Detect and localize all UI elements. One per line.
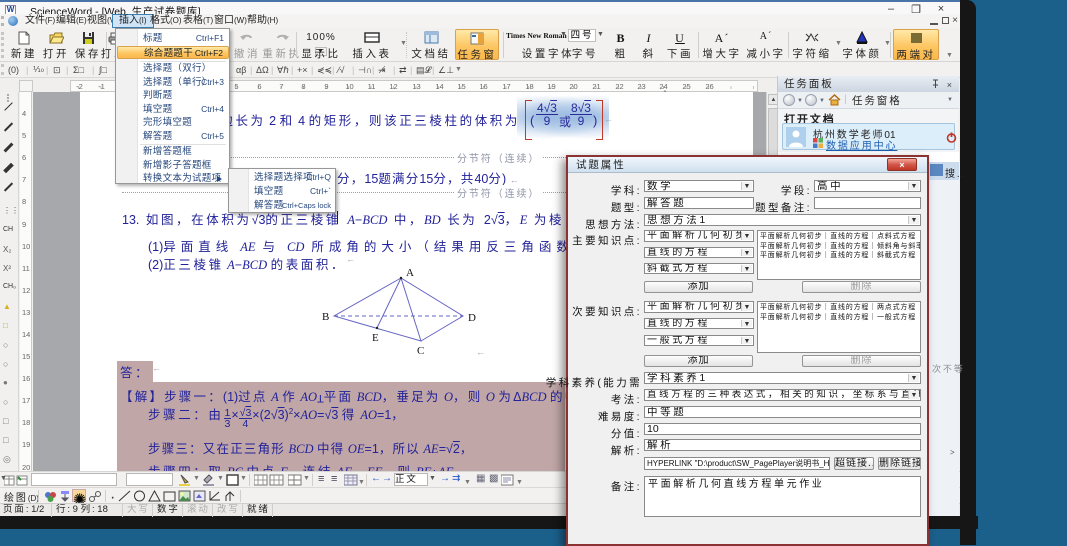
svg-text:E: E	[372, 332, 379, 344]
svg-text:A: A	[406, 267, 414, 279]
svg-text:B: B	[322, 311, 329, 323]
svg-text:C: C	[417, 345, 424, 357]
svg-text:D: D	[468, 312, 476, 324]
